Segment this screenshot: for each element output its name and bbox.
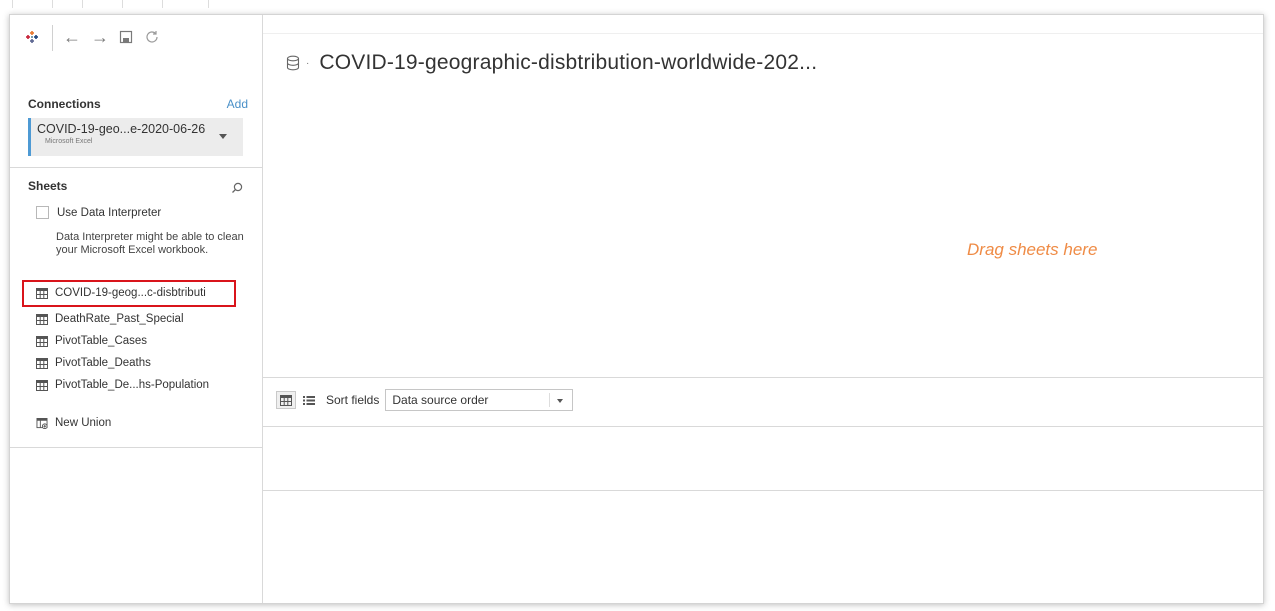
sheet-item[interactable]: COVID-19-geog...c-disbtributi: [36, 283, 206, 303]
sheet-label: COVID-19-geog...c-disbtributi: [55, 287, 206, 299]
sort-fields-label: Sort fields: [326, 393, 380, 407]
sheet-item[interactable]: DeathRate_Past_Special: [36, 309, 184, 329]
data-interpreter-checkbox[interactable]: [36, 206, 49, 219]
sheet-label: PivotTable_Cases: [55, 335, 148, 347]
connections-title: Connections: [28, 97, 101, 111]
data-interpreter-description: Data Interpreter might be able to clean …: [56, 231, 244, 256]
select-separator: [549, 393, 551, 407]
add-connection-link[interactable]: Add: [227, 97, 248, 111]
back-arrow-icon[interactable]: ←: [62, 27, 82, 47]
union-icon: [36, 417, 48, 429]
toolbar: ← →: [10, 15, 263, 61]
grid-icon: [280, 394, 292, 406]
data-interpreter-label: Use Data Interpreter: [57, 206, 162, 219]
chevron-down-icon[interactable]: [219, 134, 227, 139]
tableau-logo-icon[interactable]: [22, 27, 42, 47]
table-icon: [36, 379, 48, 391]
save-icon[interactable]: [116, 27, 136, 47]
chevron-down-icon[interactable]: [557, 399, 564, 403]
list-view-button[interactable]: [302, 393, 316, 407]
table-icon: [36, 313, 48, 325]
sort-fields-select[interactable]: Data source order: [385, 389, 574, 411]
table-icon: [36, 287, 48, 299]
sheet-label: DeathRate_Past_Special: [55, 313, 184, 325]
sheet-label: PivotTable_Deaths: [55, 357, 151, 369]
list-icon: [303, 395, 315, 405]
toolbar-divider: [52, 25, 53, 51]
datasource-title[interactable]: COVID-19-geographic-disbtribution-worldw…: [319, 51, 817, 75]
sheet-item[interactable]: PivotTable_Cases: [36, 331, 147, 351]
database-icon: [286, 55, 300, 71]
grid-view-button[interactable]: [276, 391, 296, 409]
sort-fields-value: Data source order: [392, 393, 489, 407]
data-source-sidebar: ← → Connections Add COVID-19-geo...e-202…: [10, 15, 263, 603]
sheets-title: Sheets: [28, 179, 68, 193]
grid-toolbar: Sort fields Data source order: [276, 389, 574, 411]
search-icon[interactable]: [230, 181, 244, 195]
app-window: ← → Connections Add COVID-19-geo...e-202…: [9, 14, 1264, 604]
forward-arrow-icon[interactable]: →: [90, 27, 110, 47]
sheet-item[interactable]: PivotTable_De...hs-Population: [36, 375, 209, 395]
drag-sheets-hint: Drag sheets here: [967, 240, 1098, 259]
connection-type: Microsoft Excel: [45, 138, 93, 145]
table-icon: [36, 357, 48, 369]
datasource-header[interactable]: · COVID-19-geographic-disbtribution-worl…: [286, 51, 817, 75]
new-union-item[interactable]: New Union: [36, 413, 111, 433]
table-icon: [36, 335, 48, 347]
grid-header-divider: [263, 426, 1263, 427]
section-divider: [10, 447, 263, 448]
grid-bottom-divider: [263, 490, 1263, 491]
canvas-divider: [263, 377, 1263, 378]
section-divider: [10, 167, 263, 168]
sheet-label: PivotTable_De...hs-Population: [55, 379, 210, 391]
new-union-label: New Union: [55, 417, 112, 429]
refresh-icon[interactable]: [142, 27, 162, 47]
canvas-top-border: [263, 33, 1263, 34]
data-interpreter-row: Use Data Interpreter: [36, 206, 161, 219]
datasource-dot-icon: ·: [306, 57, 310, 69]
connection-item[interactable]: COVID-19-geo...e-2020-06-26 Microsoft Ex…: [28, 118, 243, 156]
connection-name: COVID-19-geo...e-2020-06-26: [37, 122, 206, 136]
sheet-item[interactable]: PivotTable_Deaths: [36, 353, 151, 373]
